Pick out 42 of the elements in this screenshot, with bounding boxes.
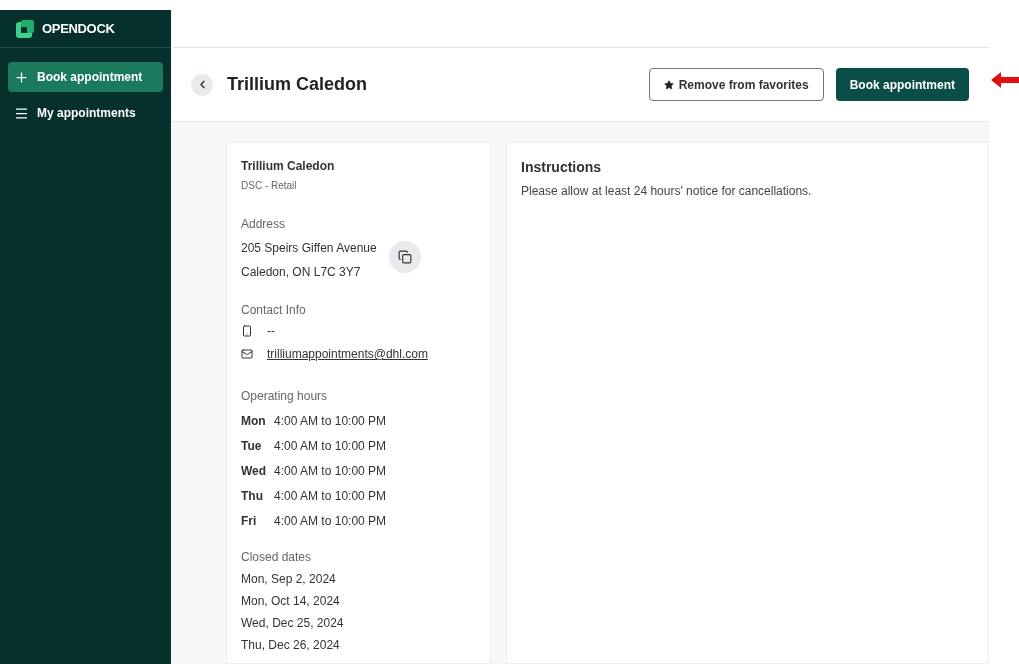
hours-value: 4:00 AM to 10:00 PM (274, 413, 387, 430)
plus-icon (14, 69, 29, 85)
section-label: Closed dates (241, 549, 313, 566)
hours-value: 4:00 AM to 10:00 PM (274, 463, 387, 480)
email-link[interactable]: trilliumappointments@dhl.com (267, 345, 428, 363)
sidebar-item[interactable]: My appointments (8, 98, 163, 128)
sidebar-item[interactable]: Book appointment (8, 62, 163, 92)
section-label: Address (241, 216, 287, 233)
hours-value: 4:00 AM to 10:00 PM (274, 513, 387, 530)
logo-icon (16, 19, 34, 38)
address-line: 205 Speirs Giffen Avenue (241, 240, 377, 257)
page-title: Trillium Caledon (227, 73, 368, 96)
day-label: Tue (241, 438, 263, 455)
phone-value: -- (267, 323, 275, 340)
hours-value: 4:00 AM to 10:00 PM (274, 438, 387, 455)
day-label: Thu (241, 488, 264, 505)
remove-favorite-button[interactable]: Remove from favorites (648, 68, 824, 101)
section-label: Contact Info (241, 302, 307, 319)
location-type: DSC - Retail (241, 179, 298, 193)
instructions-text: Please allow at least 24 hours' notice for cancellations. (521, 183, 813, 200)
star-icon (663, 79, 674, 90)
day-label: Wed (241, 463, 268, 480)
copy-button[interactable] (388, 241, 421, 273)
logo-text: OPENDOCK (42, 19, 115, 38)
instructions-title: Instructions (521, 158, 603, 177)
back-button[interactable] (191, 73, 213, 96)
day-label: Mon (241, 413, 267, 430)
location-name: Trillium Caledon (241, 158, 336, 175)
closed-date: Mon, Sep 2, 2024 (241, 571, 337, 588)
closed-date: Mon, Oct 14, 2024 (241, 593, 341, 610)
closed-date: Thu, Dec 26, 2024 (241, 637, 341, 654)
closed-date: Wed, Dec 25, 2024 (241, 615, 345, 632)
copy-icon (397, 250, 412, 264)
hours-value: 4:00 AM to 10:00 PM (274, 488, 387, 505)
phone-icon (241, 325, 253, 337)
book-appointment-button[interactable]: Book appointment (835, 68, 969, 101)
address-line: Caledon, ON L7C 3Y7 (241, 264, 362, 281)
section-label: Operating hours (241, 388, 329, 405)
day-label: Fri (241, 513, 258, 530)
menu-icon (14, 105, 29, 121)
mail-icon (241, 348, 253, 360)
arrow-icon (991, 72, 1019, 88)
